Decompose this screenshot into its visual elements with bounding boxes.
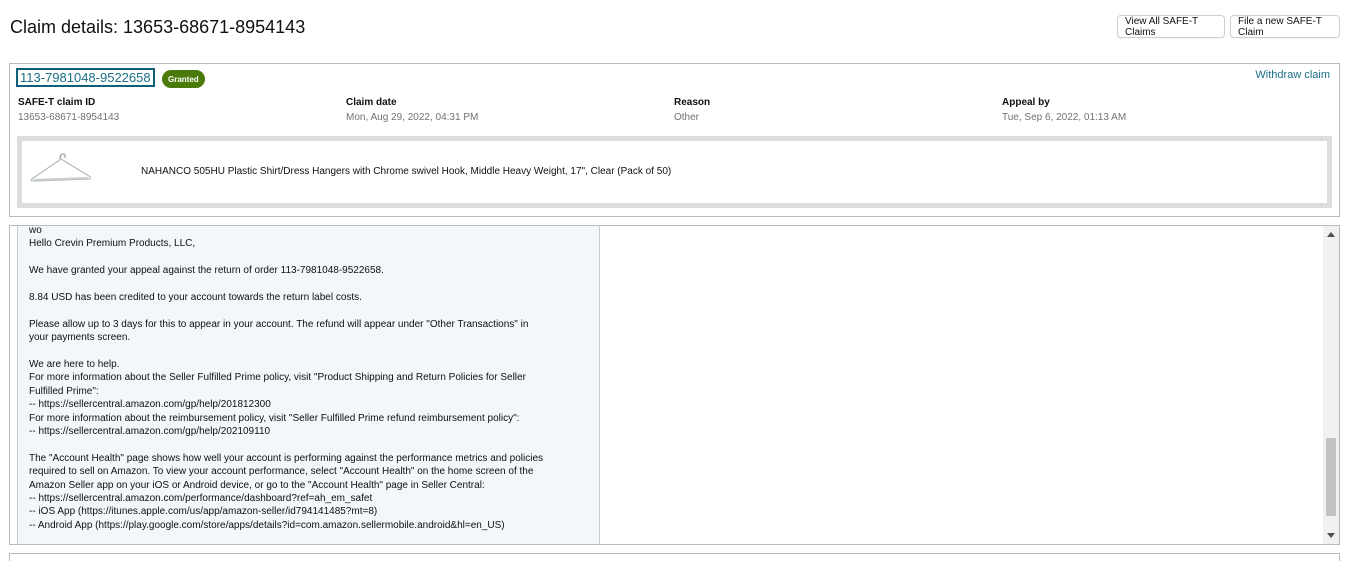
message-line (29, 251, 588, 264)
withdraw-claim-link[interactable]: Withdraw claim (1255, 69, 1330, 81)
message-line: Fulfilled Prime": (29, 385, 99, 397)
message-line: -- https://sellercentral.amazon.com/gp/h… (29, 426, 271, 438)
detail-value: Tue, Sep 6, 2022, 01:13 AM (1002, 112, 1127, 123)
message-line: -- https://sellercentral.amazon.com/perf… (29, 493, 373, 505)
message-line: Hello Crevin Premium Products, LLC, (29, 238, 196, 250)
detail-claim-id: SAFE-T claim ID 13653-68671-8954143 (18, 97, 119, 123)
detail-value: Other (674, 112, 700, 123)
detail-reason: Reason Other (674, 97, 710, 123)
order-id-link[interactable]: 113-7981048-9522658 (16, 68, 155, 87)
message-line: We are here to help. (29, 359, 120, 370)
message-box: wo Hello Crevin Premium Products, LLC, We … (17, 226, 600, 544)
page-title: Claim details: 13653-68671-8954143 (10, 17, 306, 37)
scroll-thumb[interactable] (1326, 438, 1336, 516)
claim-panel: 113-7981048-9522658 Granted Withdraw cla… (9, 63, 1340, 217)
message-line (29, 345, 588, 358)
detail-claim-date: Claim date Mon, Aug 29, 2022, 04:31 PM (346, 97, 478, 123)
view-all-claims-button[interactable]: View All SAFE-T Claims (1117, 15, 1225, 38)
message-line: -- https://sellercentral.amazon.com/gp/h… (29, 399, 271, 411)
detail-value: Mon, Aug 29, 2022, 04:31 PM (346, 112, 479, 123)
message-line: Please allow up to 3 days for this to ap… (29, 318, 529, 330)
scroll-down-icon[interactable] (1327, 533, 1335, 538)
scrollbar[interactable] (1323, 226, 1339, 544)
message-line: 8.84 USD has been credited to your accou… (29, 292, 362, 303)
hanger-icon (30, 153, 92, 182)
message-line: The "Account Health" page shows how well… (29, 452, 544, 464)
product-title: NAHANCO 505HU Plastic Shirt/Dress Hanger… (141, 166, 672, 177)
scroll-up-icon[interactable] (1327, 232, 1335, 237)
detail-label: Reason (674, 97, 711, 108)
message-line: your payments screen. (29, 332, 131, 344)
detail-label: SAFE-T claim ID (18, 97, 96, 108)
message-line (29, 278, 588, 291)
message-line: -- Android App (https://play.google.com/… (29, 519, 505, 531)
message-line: We have granted your appeal against the … (29, 265, 384, 277)
detail-label: Appeal by (1002, 97, 1050, 108)
message-line: -- iOS App (https://itunes.apple.com/us/… (29, 506, 378, 518)
message-line: For more information about the reimburse… (29, 412, 520, 424)
message-line (29, 304, 588, 317)
detail-value: 13653-68671-8954143 (18, 112, 120, 123)
message-line: required to sell on Amazon. To view your… (29, 466, 534, 478)
status-badge: Granted (162, 70, 205, 88)
message-line: For more information about the Seller Fu… (29, 372, 526, 384)
message-line: wo (29, 226, 42, 236)
bottom-panel (9, 553, 1340, 561)
product-card: NAHANCO 505HU Plastic Shirt/Dress Hanger… (17, 136, 1332, 208)
file-new-claim-button[interactable]: File a new SAFE-T Claim (1230, 15, 1340, 38)
message-line (29, 438, 588, 451)
detail-appeal-by: Appeal by Tue, Sep 6, 2022, 01:13 AM (1002, 97, 1126, 123)
messages-panel: wo Hello Crevin Premium Products, LLC, We … (9, 225, 1340, 545)
message-line: Amazon Seller app on your iOS or Android… (29, 479, 485, 491)
detail-label: Claim date (346, 97, 397, 108)
